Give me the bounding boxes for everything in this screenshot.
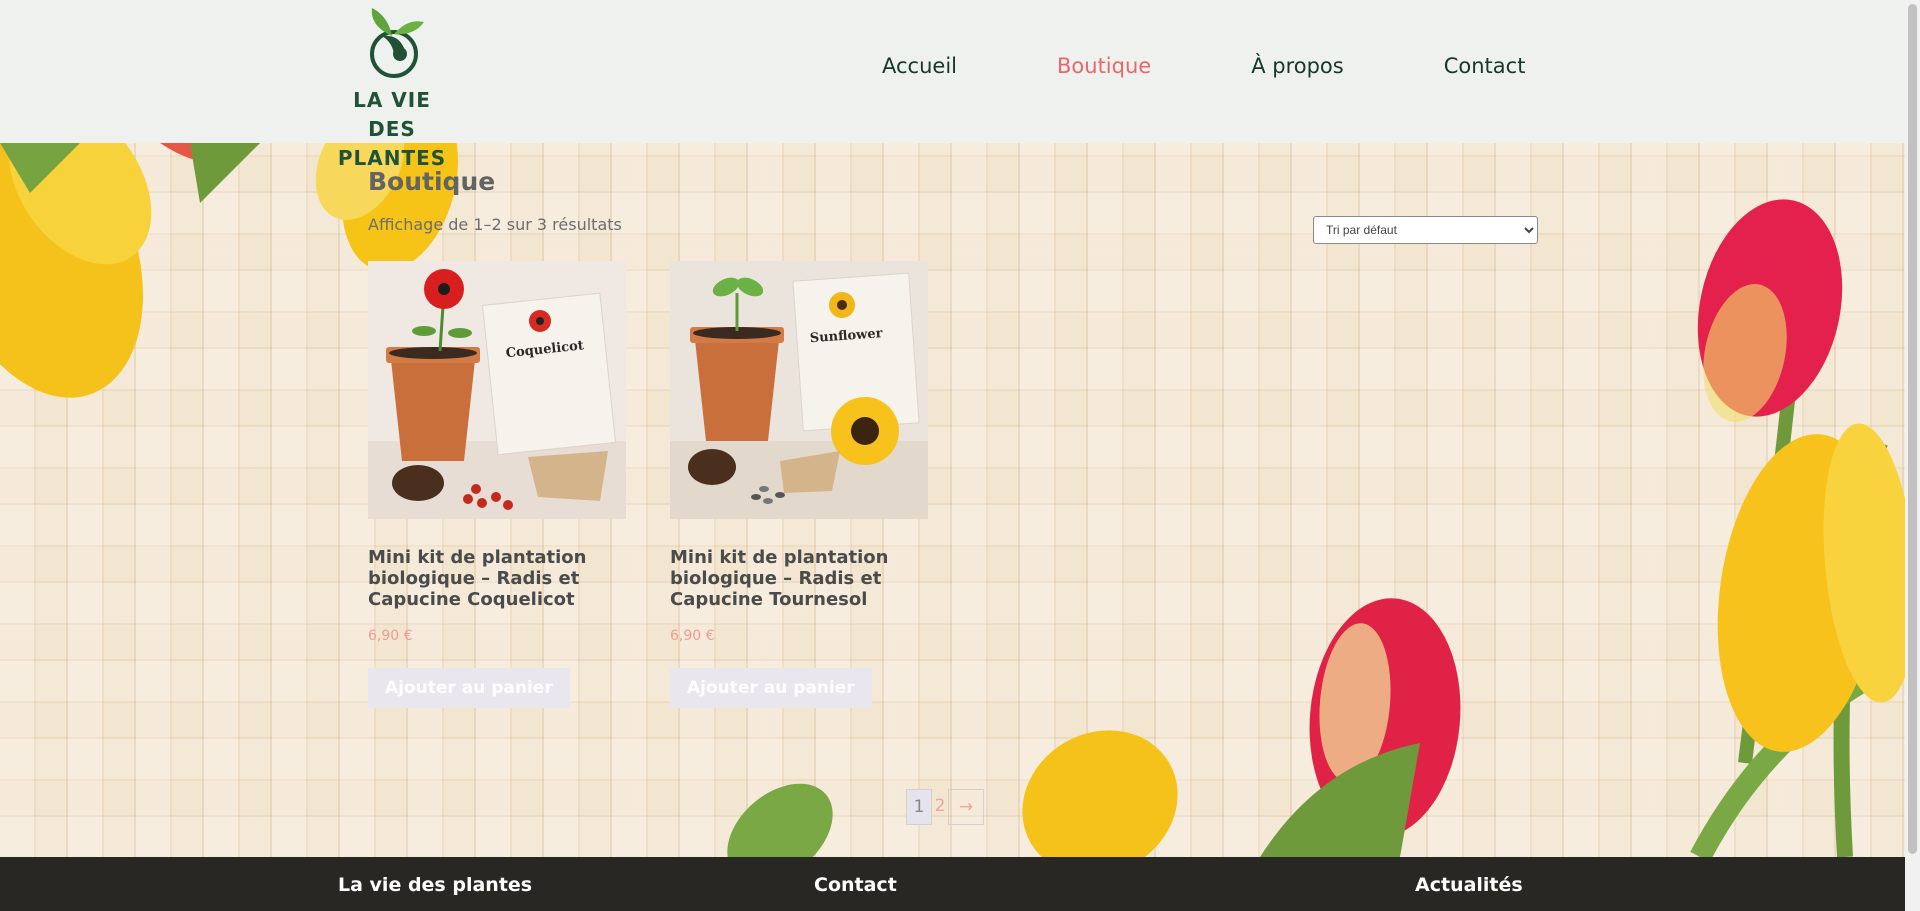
background-image <box>0 143 1905 857</box>
pagination: 1 2 → <box>906 789 984 825</box>
sort-dropdown[interactable]: Tri par défaut <box>1313 216 1538 244</box>
footer-heading-contact: Contact <box>814 874 897 896</box>
nav-item-a-propos[interactable]: À propos <box>1251 54 1344 78</box>
site-footer: La vie des plantes Contact Actualités <box>0 857 1905 911</box>
product-title[interactable]: Mini kit de plantation biologique – Radi… <box>368 547 626 610</box>
result-count: Affichage de 1–2 sur 3 résultats <box>368 215 622 234</box>
tulips-decoration <box>0 143 1905 857</box>
scrollbar-thumb[interactable] <box>1908 4 1917 854</box>
pagination-next-arrow-icon[interactable]: → <box>948 789 984 825</box>
product-image-tournesol[interactable]: Sunflower <box>670 261 928 519</box>
sprout-logo-icon <box>370 8 424 78</box>
product-card-coquelicot: Coquelicot Mini kit de plantation biolog… <box>368 261 626 708</box>
product-photo-tournesol: Sunflower <box>670 261 928 519</box>
logo-text: LA VIE DES PLANTES <box>330 86 454 173</box>
nav-item-contact[interactable]: Contact <box>1444 54 1526 78</box>
nav-item-accueil[interactable]: Accueil <box>882 54 957 78</box>
pagination-current-page: 1 <box>906 789 932 825</box>
add-to-cart-button[interactable]: Ajouter au panier <box>368 668 570 708</box>
product-price: 6,90 € <box>670 628 715 644</box>
main-nav: Accueil Boutique À propos Contact <box>882 54 1625 78</box>
footer-heading-news: Actualités <box>1415 874 1523 896</box>
page-scrollbar[interactable] <box>1905 0 1920 911</box>
logo-text-line2: PLANTES <box>337 146 447 170</box>
logo-text-line1: LA VIE DES <box>353 88 431 141</box>
site-header: LA VIE DES PLANTES Accueil Boutique À pr… <box>0 0 1905 170</box>
add-to-cart-button[interactable]: Ajouter au panier <box>670 668 872 708</box>
product-photo-coquelicot: Coquelicot <box>368 261 626 519</box>
product-title[interactable]: Mini kit de plantation biologique – Radi… <box>670 547 928 610</box>
pagination-page-2[interactable]: 2 <box>932 789 948 825</box>
product-price: 6,90 € <box>368 628 413 644</box>
product-card-tournesol: Sunflower Mini kit de plantation biologi… <box>670 261 928 708</box>
product-image-coquelicot[interactable]: Coquelicot <box>368 261 626 519</box>
site-logo[interactable]: LA VIE DES PLANTES <box>330 6 454 170</box>
nav-item-boutique[interactable]: Boutique <box>1057 54 1151 78</box>
footer-heading-about: La vie des plantes <box>338 874 533 896</box>
